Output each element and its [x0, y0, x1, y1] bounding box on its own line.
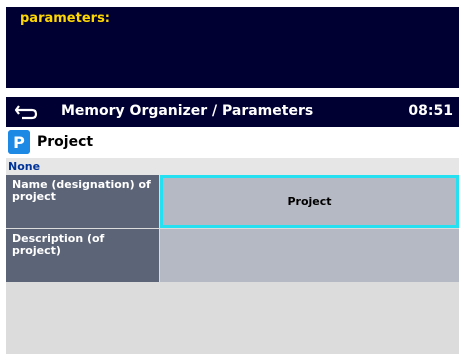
parameter-row-name[interactable]: Name (designation) of project Project — [6, 175, 459, 228]
header-title: Memory Organizer / Parameters — [61, 103, 314, 119]
parameter-label: Name (designation) of project — [6, 175, 159, 228]
parameter-label: Description (of project) — [6, 229, 159, 282]
info-panel: parameters: — [6, 7, 459, 88]
parameter-value-field[interactable]: Project — [160, 175, 459, 228]
subtitle-none: None — [6, 158, 459, 175]
object-title: Project — [37, 134, 94, 150]
info-panel-text: parameters: — [20, 11, 111, 26]
header-bar: Memory Organizer / Parameters 08:51 — [6, 97, 459, 127]
parameter-row-description[interactable]: Description (of project) — [6, 229, 459, 282]
back-arrow-icon[interactable] — [13, 102, 39, 122]
object-title-row: P Project — [6, 127, 459, 158]
project-p-icon: P — [8, 130, 30, 154]
parameter-grid: Name (designation) of project Project De… — [6, 175, 459, 282]
parameter-value-field[interactable] — [160, 229, 459, 282]
instrument-screen: Memory Organizer / Parameters 08:51 P Pr… — [6, 97, 459, 354]
project-icon-letter: P — [13, 133, 25, 152]
clock-time: 08:51 — [408, 103, 453, 119]
